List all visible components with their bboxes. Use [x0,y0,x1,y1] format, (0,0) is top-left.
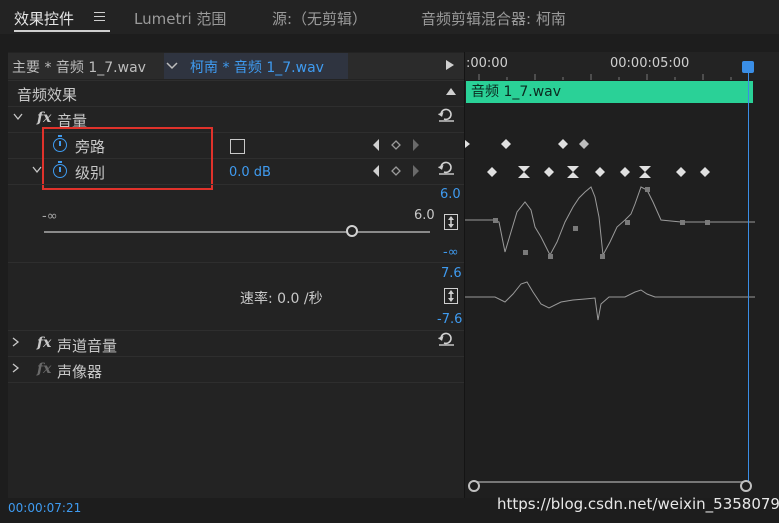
keyframe-navigator-bypass[interactable] [372,139,422,151]
level-curve [465,186,755,257]
scrollbar-left-handle[interactable] [468,480,480,492]
sequence-clip-label[interactable]: 柯南 * 音频 1_7.wav [190,57,324,77]
slider-min-label: -∞ [42,209,58,224]
graph-velocity-scale-icon[interactable] [444,288,458,304]
graph-velocity-top-value: 7.6 [441,266,462,281]
active-tab-indicator [14,30,110,32]
expand-panner-chevron-icon[interactable] [12,363,20,373]
fx-toggle-panner-icon[interactable]: fx [37,361,51,377]
effect-channel-volume-label: 声道音量 [57,337,118,355]
tab-lumetri-scopes[interactable]: Lumetri 范围 [134,8,226,29]
level-value[interactable]: 0.0 dB [229,165,271,180]
graph-scale-icon[interactable] [444,214,458,230]
velocity-curve [465,281,755,321]
timeline-clip[interactable]: 音频 1_7.wav [466,81,753,103]
fx-toggle-icon[interactable]: fx [37,110,51,126]
tab-effect-controls[interactable]: 效果控件 [14,8,74,29]
level-keyframes [487,166,710,178]
playhead-line[interactable] [748,68,749,486]
level-slider-track[interactable] [44,231,430,233]
tab-audio-clip-mixer[interactable]: 音频剪辑混合器: 柯南 [421,8,566,29]
keyframe-navigator-level[interactable] [372,165,422,177]
expand-volume-chevron-icon[interactable] [13,113,23,121]
section-title-audio-effects: 音频效果 [17,86,78,104]
level-slider-knob[interactable] [346,225,358,237]
watermark-text: https://blog.csdn.net/weixin_53580796 [497,495,779,513]
collapse-up-icon[interactable] [446,87,456,95]
chevron-down-icon[interactable] [166,61,178,71]
graph-level-top-value: 6.0 [440,187,461,202]
reset-level-icon[interactable] [438,161,455,175]
timeline-zoom-scrollbar[interactable] [474,481,748,483]
reset-parameter-icon[interactable] [438,108,455,122]
reset-channel-volume-icon[interactable] [438,332,455,346]
ruler-time-start: :00:00 [466,56,508,71]
current-timecode[interactable]: 00:00:07:21 [8,501,81,515]
velocity-readout: 速率: 0.0 /秒 [240,291,323,307]
bypass-checkbox[interactable] [230,139,245,154]
scrollbar-right-handle[interactable] [740,480,752,492]
ruler-time-mid: 00:00:05:00 [610,56,690,71]
slider-max-label: 6.0 [414,208,435,223]
expand-level-chevron-icon[interactable] [32,166,42,174]
ruler-ticks [478,74,732,80]
play-only-clip-icon[interactable] [446,60,454,70]
panel-tab-bar [0,0,779,34]
highlight-annotation-box [42,127,213,190]
keyframe-graph[interactable] [465,132,779,332]
graph-level-bottom-value: -∞ [443,245,459,260]
effect-panner-label: 声像器 [57,363,103,381]
graph-velocity-bottom-value: -7.6 [437,312,463,327]
tab-source[interactable]: 源:（无剪辑） [272,8,367,29]
fx-toggle-channel-volume-icon[interactable]: fx [37,335,51,351]
expand-channel-volume-chevron-icon[interactable] [12,337,20,347]
master-clip-label[interactable]: 主要 * 音频 1_7.wav [12,57,146,77]
panel-menu-icon[interactable] [94,12,105,21]
bypass-keyframes [465,139,589,149]
